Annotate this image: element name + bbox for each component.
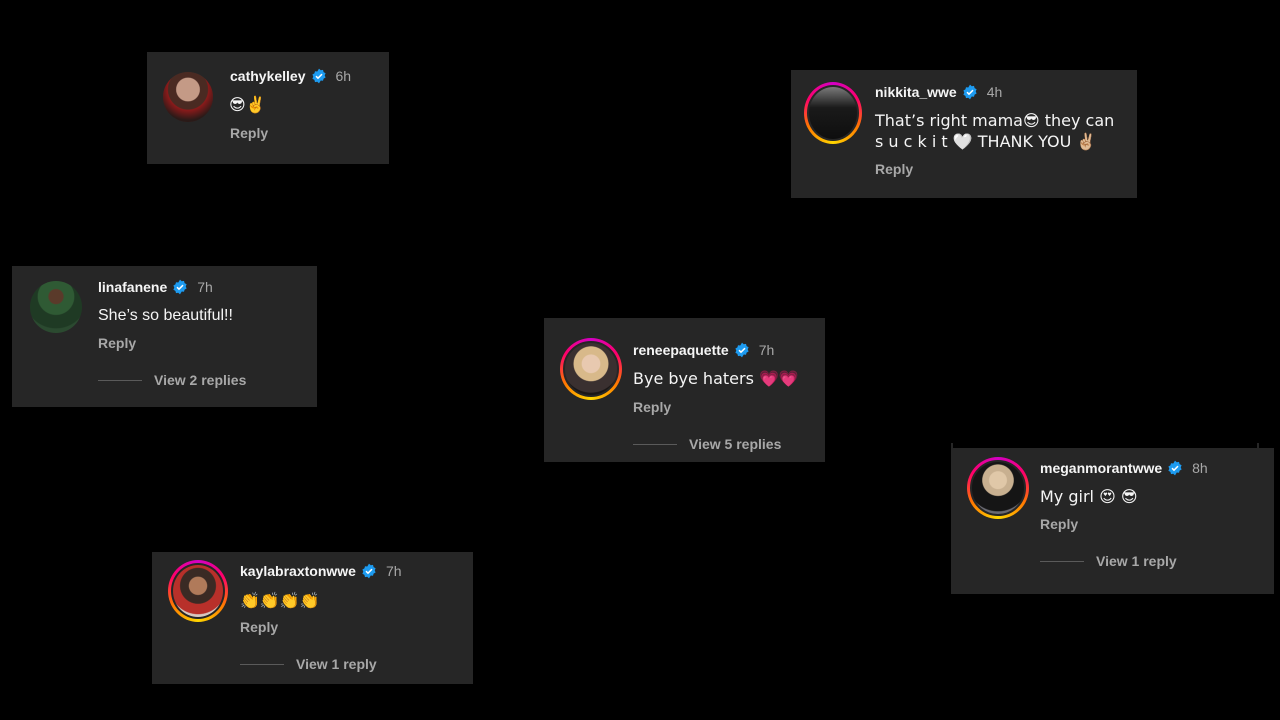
username[interactable]: linafanene bbox=[98, 279, 167, 295]
comment-card-nikkita_wwe: nikkita_wwe 4h That’s right mama😎 they c… bbox=[791, 70, 1137, 198]
view-replies-label: View 1 reply bbox=[296, 656, 377, 672]
comment-card-meganmorantwwe: meganmorantwwe 8h My girl 😍 😎 Reply View… bbox=[951, 443, 1274, 594]
notch-left bbox=[951, 443, 953, 448]
card-top-notch bbox=[951, 443, 1274, 448]
comment-text: She’s so beautiful!! bbox=[98, 307, 233, 324]
verified-badge-icon bbox=[963, 84, 977, 100]
comment-card-kaylabraxtonwwe: kaylabraxtonwwe 7h 👏👏👏👏 Reply View 1 rep… bbox=[152, 552, 473, 684]
comment-text: 👏👏👏👏 bbox=[240, 591, 320, 610]
view-replies-button[interactable]: View 2 replies bbox=[98, 372, 246, 388]
reply-button[interactable]: Reply bbox=[98, 335, 136, 351]
view-replies-label: View 2 replies bbox=[154, 372, 247, 388]
comment-card-reneepaquette: reneepaquette 7h Bye bye haters 💗💗 Reply… bbox=[544, 318, 825, 462]
reply-button[interactable]: Reply bbox=[1040, 516, 1078, 532]
timestamp: 7h bbox=[385, 563, 402, 579]
view-replies-button[interactable]: View 1 reply bbox=[240, 656, 377, 672]
divider bbox=[98, 379, 142, 381]
verified-badge-icon bbox=[173, 279, 187, 295]
avatar[interactable] bbox=[163, 72, 213, 122]
avatar[interactable] bbox=[967, 457, 1029, 519]
verified-badge-icon bbox=[735, 342, 749, 358]
comment-text: That’s right mama😎 they can bbox=[875, 111, 1115, 130]
username[interactable]: kaylabraxtonwwe bbox=[240, 563, 356, 579]
reply-button[interactable]: Reply bbox=[230, 125, 268, 141]
comment-text-line-2: s u c k i t 🤍 THANK YOU ✌🏼 bbox=[875, 132, 1097, 151]
username[interactable]: meganmorantwwe bbox=[1040, 460, 1162, 476]
notch-right bbox=[1257, 443, 1259, 448]
comment-card-cathykelley: cathykelley 6h 😎✌️ Reply bbox=[147, 52, 389, 164]
timestamp: 8h bbox=[1192, 460, 1208, 476]
username[interactable]: cathykelley bbox=[230, 68, 306, 84]
verified-badge-icon bbox=[311, 68, 326, 84]
verified-badge-icon bbox=[1168, 460, 1182, 476]
view-replies-label: View 5 replies bbox=[689, 436, 782, 452]
reply-button[interactable]: Reply bbox=[875, 161, 913, 177]
avatar[interactable] bbox=[804, 82, 862, 144]
comment-text: My girl 😍 😎 bbox=[1040, 487, 1138, 506]
avatar[interactable] bbox=[560, 338, 622, 400]
timestamp: 7h bbox=[758, 342, 775, 358]
divider bbox=[240, 663, 284, 665]
comment-text: Bye bye haters 💗💗 bbox=[633, 369, 799, 388]
divider bbox=[633, 443, 677, 445]
view-replies-label: View 1 reply bbox=[1096, 553, 1177, 569]
verified-badge-icon bbox=[362, 563, 376, 579]
avatar[interactable] bbox=[30, 281, 82, 333]
username[interactable]: nikkita_wwe bbox=[875, 84, 957, 100]
timestamp: 7h bbox=[197, 279, 213, 295]
divider bbox=[1040, 560, 1084, 562]
view-replies-button[interactable]: View 1 reply bbox=[1040, 553, 1177, 569]
comment-card-linafanene: linafanene 7h She’s so beautiful!! Reply… bbox=[12, 266, 317, 407]
username[interactable]: reneepaquette bbox=[633, 342, 729, 358]
view-replies-button[interactable]: View 5 replies bbox=[633, 436, 781, 452]
avatar[interactable] bbox=[168, 560, 228, 622]
reply-button[interactable]: Reply bbox=[240, 619, 278, 635]
reply-button[interactable]: Reply bbox=[633, 399, 671, 415]
timestamp: 4h bbox=[986, 84, 1003, 100]
comment-text: 😎✌️ bbox=[229, 95, 266, 114]
timestamp: 6h bbox=[335, 68, 352, 84]
